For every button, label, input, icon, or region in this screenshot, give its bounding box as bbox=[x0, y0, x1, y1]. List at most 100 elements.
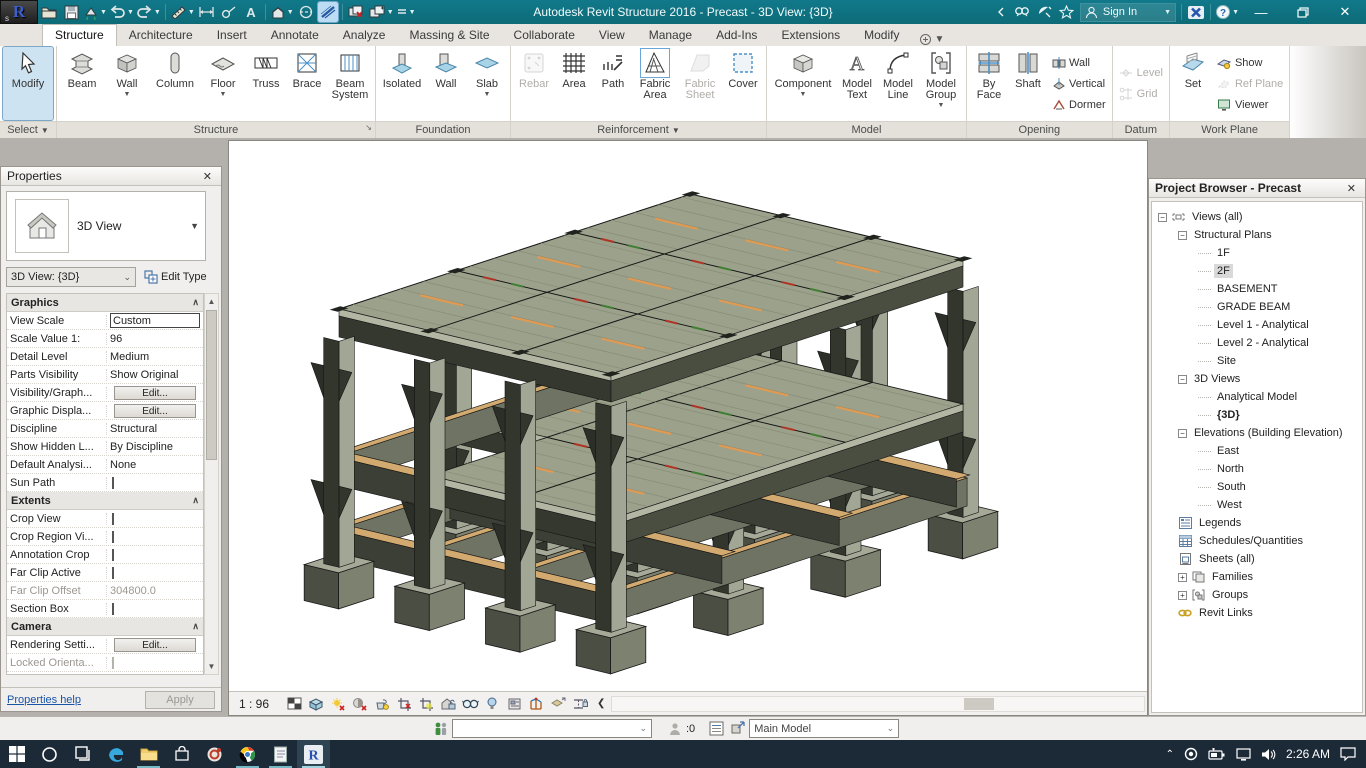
tree-item-legends[interactable]: Legends bbox=[1152, 514, 1362, 532]
wall-button[interactable]: Wall bbox=[1048, 53, 1109, 73]
tree-item-families[interactable]: +Families bbox=[1152, 568, 1362, 586]
isolated-button[interactable]: Isolated bbox=[379, 47, 425, 120]
detail-level-icon[interactable] bbox=[284, 694, 304, 714]
shaft-button[interactable]: Shaft bbox=[1009, 47, 1047, 120]
instance-selector[interactable]: 3D View: {3D} ⌄ bbox=[6, 267, 136, 287]
switch-windows-button[interactable]: ▼ bbox=[369, 2, 394, 22]
tree-item-west[interactable]: West bbox=[1152, 496, 1362, 514]
action-center-icon[interactable] bbox=[1340, 747, 1356, 761]
battery-icon[interactable] bbox=[1208, 748, 1226, 761]
edit-button[interactable]: Edit... bbox=[114, 638, 197, 652]
truss-button[interactable]: Truss bbox=[246, 47, 286, 120]
horizontal-scrollbar[interactable] bbox=[611, 696, 1145, 712]
model-text-button[interactable]: AModel Text bbox=[837, 47, 877, 120]
search-icon[interactable] bbox=[1013, 2, 1033, 22]
tree-item-label[interactable]: Legends bbox=[1196, 516, 1244, 530]
collapse-arrow-icon[interactable]: ❮ bbox=[597, 698, 605, 709]
tree-item-revit-links[interactable]: Revit Links bbox=[1152, 604, 1362, 622]
taskbar-revit[interactable]: R bbox=[297, 740, 330, 768]
default-3d-view-button[interactable]: ▼ bbox=[270, 2, 294, 22]
expand-icon[interactable]: + bbox=[1178, 591, 1187, 600]
taskbar-snagit[interactable] bbox=[198, 740, 231, 768]
highlight-displacement-sets-icon[interactable] bbox=[548, 694, 568, 714]
by-face-button[interactable]: By Face bbox=[970, 47, 1008, 120]
scrollbar-thumb[interactable] bbox=[206, 310, 217, 460]
edit-button[interactable]: Edit... bbox=[114, 386, 197, 400]
grid-button[interactable]: Grid bbox=[1116, 84, 1166, 104]
slab-button[interactable]: Slab▼ bbox=[467, 47, 507, 120]
tree-item-label[interactable]: Level 1 - Analytical bbox=[1214, 318, 1312, 332]
collapse-icon[interactable]: − bbox=[1158, 213, 1167, 222]
tree-item-label[interactable]: East bbox=[1214, 444, 1242, 458]
checkbox[interactable] bbox=[112, 549, 114, 561]
panel-label-structure[interactable]: Structure↘ bbox=[57, 121, 375, 138]
show-rendering-dialog-icon[interactable] bbox=[372, 694, 392, 714]
taskbar-chrome[interactable] bbox=[231, 740, 264, 768]
close-inactive-windows-button[interactable] bbox=[347, 2, 367, 22]
panel-label-model[interactable]: Model bbox=[767, 121, 966, 138]
tree-item-label[interactable]: GRADE BEAM bbox=[1214, 300, 1293, 314]
sun-path-icon[interactable] bbox=[328, 694, 348, 714]
unlocked-3d-view-icon[interactable] bbox=[438, 694, 458, 714]
tree-item-label[interactable]: Structural Plans bbox=[1191, 228, 1275, 242]
tree-item-label[interactable]: Site bbox=[1214, 354, 1239, 368]
checkbox[interactable] bbox=[112, 477, 114, 489]
area-button[interactable]: Area bbox=[555, 47, 593, 120]
level-button[interactable]: Level bbox=[1116, 63, 1166, 83]
checkbox[interactable] bbox=[112, 675, 114, 676]
tree-item-basement[interactable]: BASEMENT bbox=[1152, 280, 1362, 298]
tab-modify[interactable]: Modify bbox=[852, 25, 911, 46]
undo-button[interactable]: ▼ bbox=[109, 2, 134, 22]
collapse-icon[interactable]: − bbox=[1178, 231, 1187, 240]
reveal-hidden-elements-icon[interactable] bbox=[482, 694, 502, 714]
tree-item-label[interactable]: Elevations (Building Elevation) bbox=[1191, 426, 1346, 440]
tag-by-category-button[interactable] bbox=[219, 2, 239, 22]
taskbar-notepad[interactable] bbox=[264, 740, 297, 768]
checkbox[interactable] bbox=[112, 513, 114, 525]
edit-button[interactable]: Edit... bbox=[114, 404, 197, 418]
close-icon[interactable]: ✕ bbox=[200, 170, 215, 183]
beam-button[interactable]: Beam bbox=[60, 47, 104, 120]
section-header-camera[interactable]: Camera∧ bbox=[7, 618, 203, 636]
value-text[interactable]: Structural bbox=[110, 423, 157, 435]
modify-button[interactable]: Modify bbox=[3, 47, 53, 120]
floor-button[interactable]: Floor▼ bbox=[201, 47, 245, 120]
tree-item-level-1-analytical[interactable]: Level 1 - Analytical bbox=[1152, 316, 1362, 334]
taskbar-task-view[interactable] bbox=[66, 740, 99, 768]
collapse-icon[interactable]: − bbox=[1178, 429, 1187, 438]
sign-in-button[interactable]: Sign In ▼ bbox=[1080, 3, 1176, 22]
brace-button[interactable]: Brace bbox=[287, 47, 327, 120]
taskbar-cortana[interactable] bbox=[33, 740, 66, 768]
tree-item-label[interactable]: {3D} bbox=[1214, 408, 1243, 422]
panel-label-select[interactable]: Select ▼ bbox=[0, 121, 56, 138]
tree-item-analytical-model[interactable]: Analytical Model bbox=[1152, 388, 1362, 406]
crop-view-icon[interactable] bbox=[394, 694, 414, 714]
value-text[interactable]: 96 bbox=[110, 333, 122, 345]
redo-button[interactable]: ▼ bbox=[136, 2, 161, 22]
editing-requests-icon[interactable] bbox=[666, 720, 684, 738]
value-input[interactable]: Custom bbox=[110, 313, 200, 328]
drawing-area[interactable]: 1 : 96 ❮ bbox=[228, 140, 1148, 716]
tree-item-label[interactable]: 2F bbox=[1214, 264, 1233, 278]
scrollbar-thumb[interactable] bbox=[964, 698, 994, 710]
tree-item-1f[interactable]: 1F bbox=[1152, 244, 1362, 262]
tree-item-label[interactable]: Schedules/Quantities bbox=[1196, 534, 1306, 548]
text-button[interactable]: A bbox=[241, 2, 261, 22]
worksets-icon[interactable] bbox=[432, 720, 450, 738]
tree-item-label[interactable]: 1F bbox=[1214, 246, 1233, 260]
section-button[interactable] bbox=[296, 2, 316, 22]
column-button[interactable]: Column bbox=[150, 47, 200, 120]
open-button[interactable] bbox=[39, 2, 59, 22]
design-options-icon[interactable] bbox=[707, 720, 725, 738]
value-text[interactable]: None bbox=[110, 459, 136, 471]
checkbox[interactable] bbox=[112, 567, 114, 579]
tree-item-label[interactable]: West bbox=[1214, 498, 1245, 512]
close-icon[interactable]: ✕ bbox=[1344, 182, 1359, 195]
wall-button[interactable]: Wall▼ bbox=[105, 47, 149, 120]
tree-item-label[interactable]: Level 2 - Analytical bbox=[1214, 336, 1312, 350]
taskbar-start[interactable] bbox=[0, 740, 33, 768]
exchange-apps-icon[interactable] bbox=[1186, 2, 1206, 22]
collapse-icon[interactable]: − bbox=[1178, 375, 1187, 384]
tab-manage[interactable]: Manage bbox=[637, 25, 704, 46]
value-text[interactable]: Show Original bbox=[110, 369, 178, 381]
